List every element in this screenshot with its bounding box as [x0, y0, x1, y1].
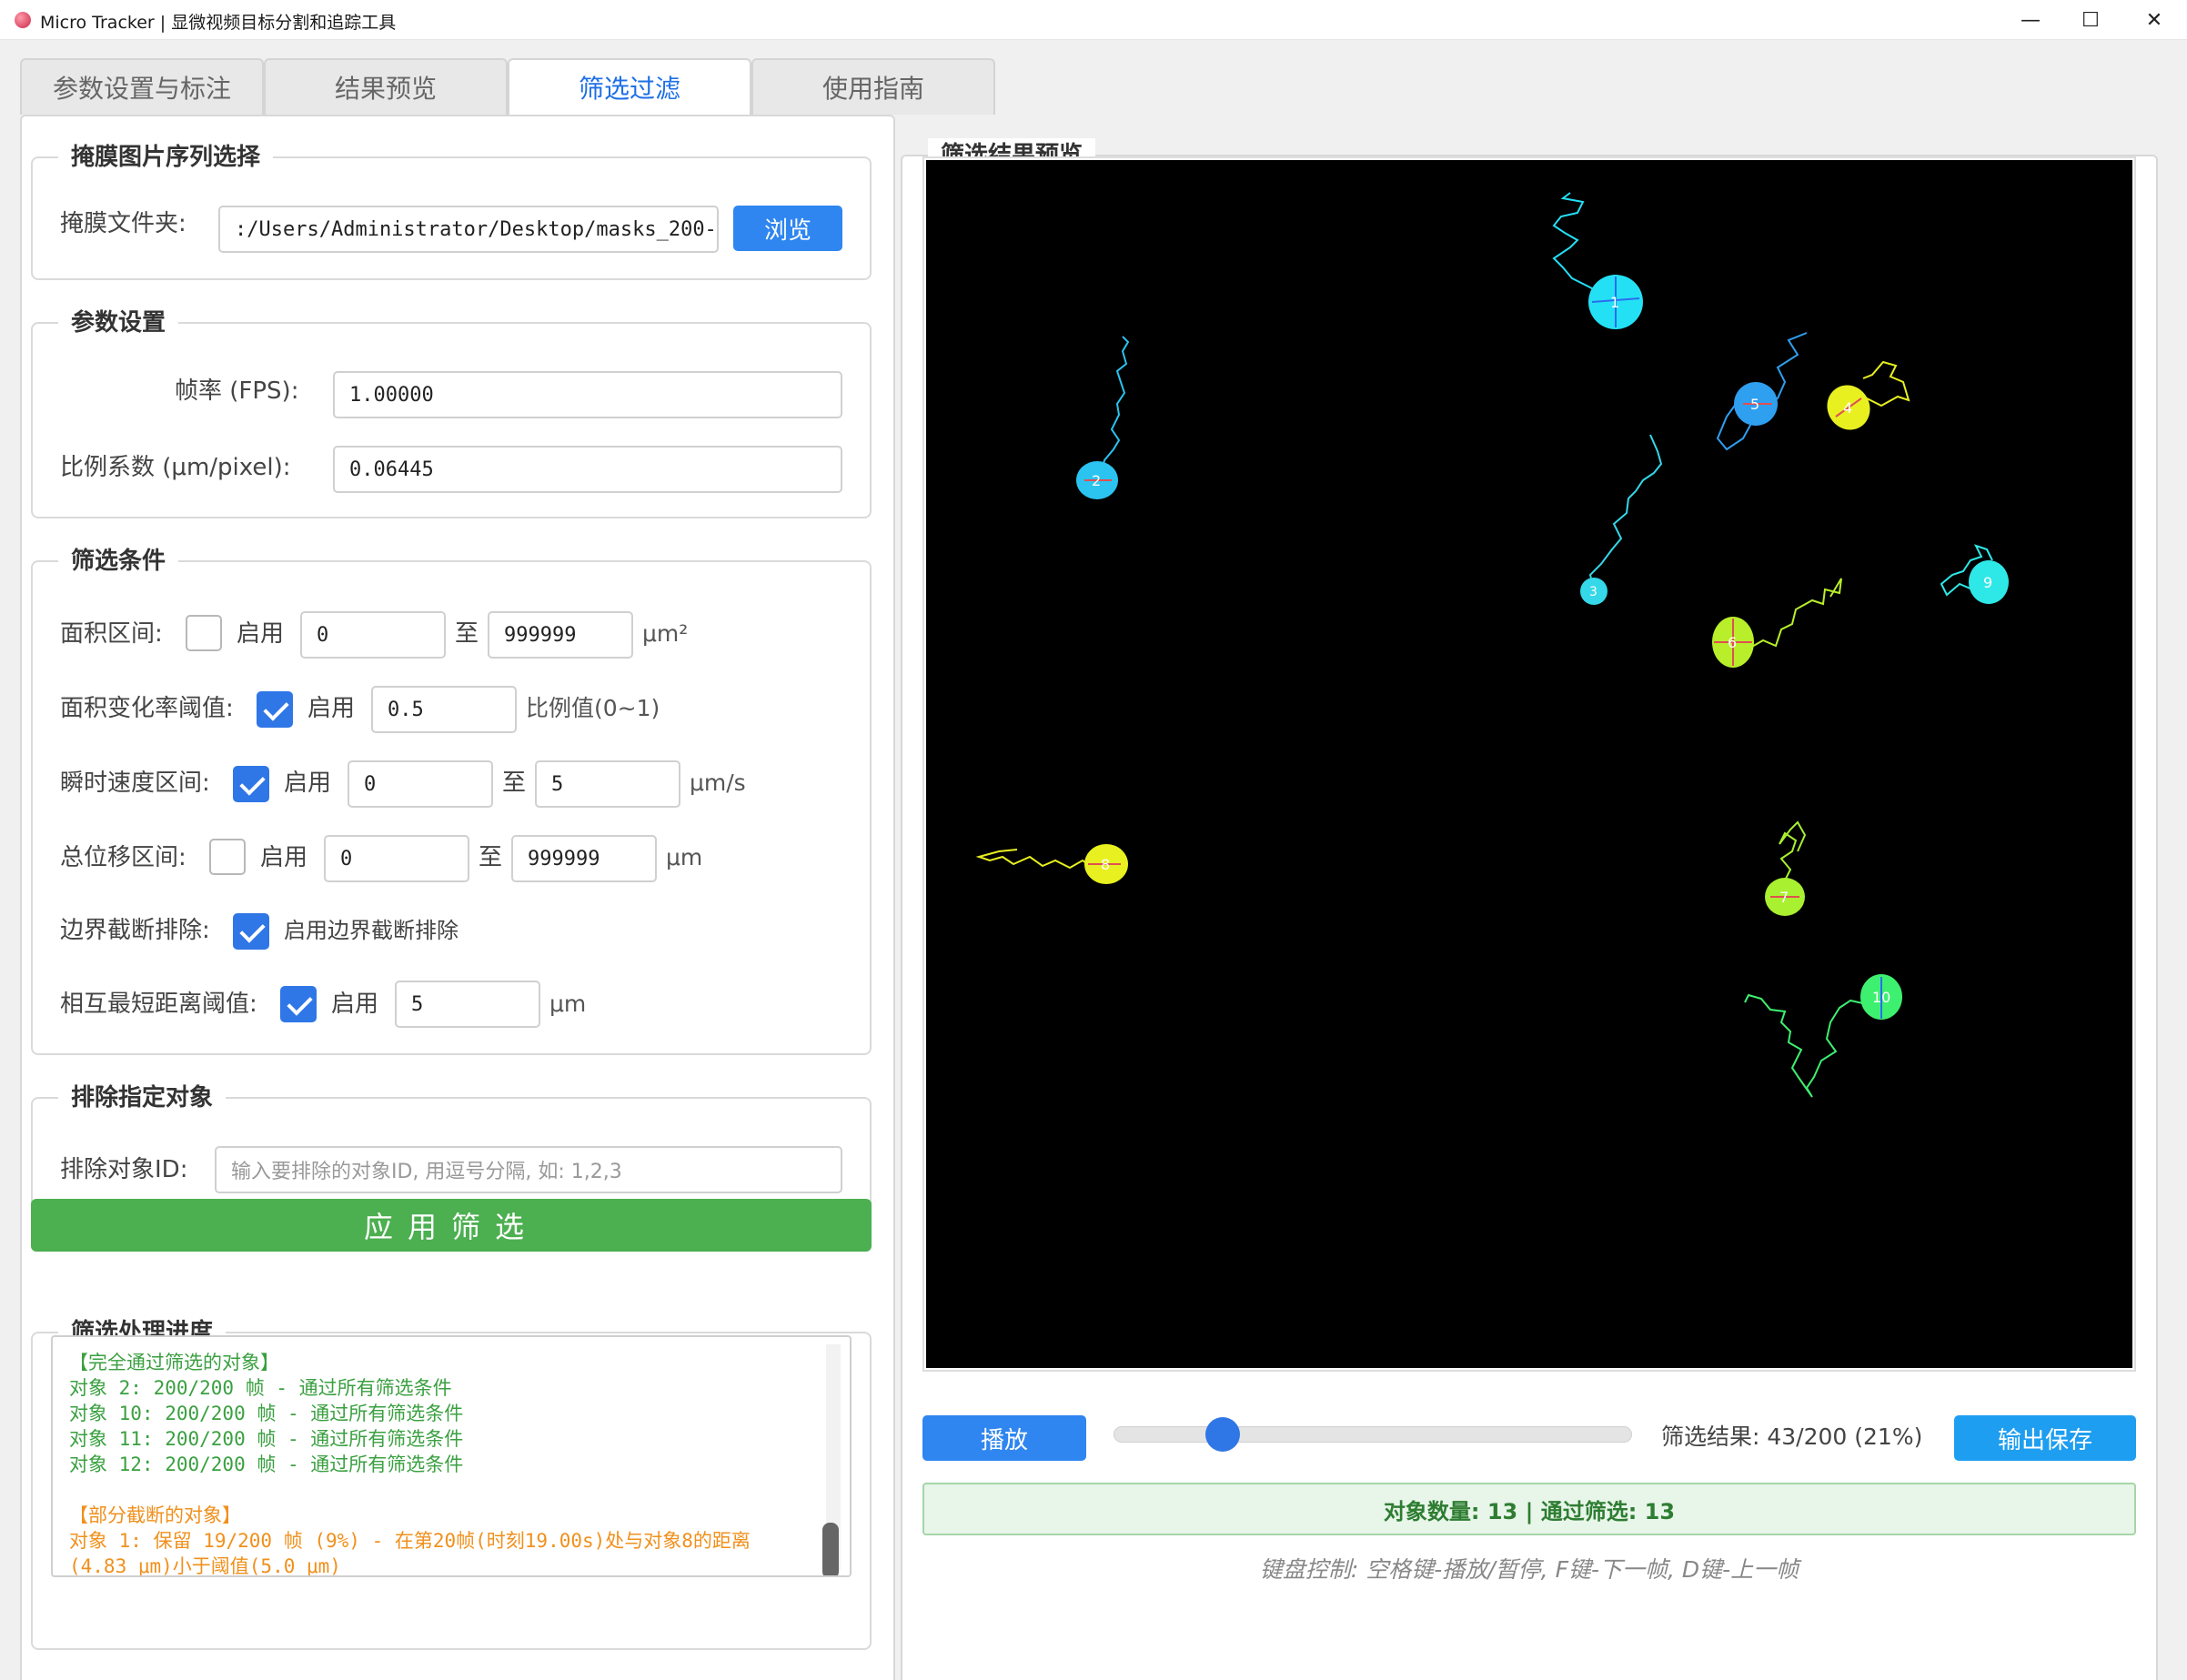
fps-input[interactable]: 1.00000	[333, 371, 842, 418]
speed-range-label: 瞬时速度区间:	[60, 770, 210, 797]
area-change-enable-label: 启用	[307, 695, 356, 722]
tab-params-annotation[interactable]: 参数设置与标注	[20, 58, 264, 115]
params-group-title: 参数设置	[58, 306, 179, 340]
keyboard-hint: 键盘控制: 空格键-播放/暂停, F键-下一帧, D键-上一帧	[1259, 1556, 1799, 1583]
play-button[interactable]: 播放	[922, 1415, 1086, 1461]
progress-log[interactable]: 【完全通过筛选的对象】 对象 2: 200/200 帧 - 通过所有筛选条件 对…	[51, 1335, 852, 1577]
min-distance-input[interactable]: 5	[395, 981, 540, 1028]
filter-group-title: 筛选条件	[58, 544, 179, 578]
displacement-min-input[interactable]: 0	[324, 835, 469, 882]
log-line: 对象 11: 200/200 帧 - 通过所有筛选条件	[69, 1428, 464, 1450]
browse-button[interactable]: 浏览	[733, 206, 842, 251]
area-unit-label: μm²	[642, 620, 689, 647]
border-exclusion-label: 边界截断排除:	[60, 917, 210, 944]
speed-to-label: 至	[502, 770, 527, 797]
apply-filter-button[interactable]: 应用筛选	[31, 1199, 872, 1252]
speed-unit-label: μm/s	[690, 770, 746, 796]
export-save-button[interactable]: 输出保存	[1954, 1415, 2136, 1461]
min-distance-label: 相互最短距离阈值:	[60, 991, 257, 1018]
tab-filter[interactable]: 筛选过滤	[508, 58, 751, 115]
area-min-input[interactable]: 0	[300, 611, 446, 659]
area-enable-checkbox[interactable]	[186, 615, 222, 651]
displacement-enable-checkbox[interactable]	[209, 839, 246, 875]
object-7-id: 7	[1779, 889, 1789, 906]
object-3-id: 3	[1589, 585, 1597, 599]
log-line: 【部分截断的对象】	[69, 1504, 241, 1526]
close-button[interactable]: ✕	[2123, 0, 2185, 40]
area-enable-label: 启用	[237, 620, 285, 648]
min-distance-enable-label: 启用	[331, 991, 379, 1018]
tab-bar: 参数设置与标注 结果预览 筛选过滤 使用指南	[20, 58, 995, 115]
area-to-label: 至	[455, 620, 479, 648]
frame-slider[interactable]	[1114, 1426, 1632, 1443]
trajectory-2	[1098, 336, 1130, 481]
tab-result-preview[interactable]: 结果预览	[264, 58, 508, 115]
displacement-enable-label: 启用	[260, 844, 308, 871]
displacement-to-label: 至	[479, 844, 503, 871]
mask-folder-input[interactable]: :/Users/Administrator/Desktop/masks_200-…	[218, 206, 719, 253]
area-change-input[interactable]: 0.5	[371, 686, 517, 733]
trajectory-10	[1744, 993, 1882, 1098]
mask-folder-label: 掩膜文件夹:	[60, 210, 186, 237]
trajectory-3	[1588, 434, 1663, 590]
min-distance-enable-checkbox[interactable]	[280, 986, 317, 1022]
minimize-button[interactable]: —	[2000, 0, 2061, 40]
speed-max-input[interactable]: 5	[535, 760, 680, 808]
log-line: 对象 12: 200/200 帧 - 通过所有筛选条件	[69, 1454, 464, 1475]
area-range-label: 面积区间:	[60, 620, 163, 648]
frame-slider-thumb[interactable]	[1204, 1417, 1240, 1452]
area-change-enable-checkbox[interactable]	[257, 691, 293, 728]
speed-enable-label: 启用	[284, 770, 332, 797]
tracking-overlay: 1 2 3 4 5 6 7 8 9 10	[975, 192, 2009, 1098]
log-scrollbar-thumb[interactable]	[822, 1523, 839, 1575]
object-5-id: 5	[1750, 396, 1759, 413]
log-line: 对象 1: 保留 19/200 帧 (9%) - 在第20帧(时刻19.00s)…	[69, 1530, 751, 1552]
tab-guide[interactable]: 使用指南	[751, 58, 995, 115]
min-distance-unit-label: μm	[549, 991, 587, 1017]
displacement-range-label: 总位移区间:	[60, 844, 186, 871]
object-10-id: 10	[1872, 989, 1890, 1006]
object-1-id: 1	[1610, 294, 1619, 311]
log-line: 对象 10: 200/200 帧 - 通过所有筛选条件	[69, 1403, 464, 1424]
preview-canvas[interactable]: 1 2 3 4 5 6 7 8 9 10	[926, 160, 2132, 1368]
status-bar: 对象数量: 13 | 通过筛选: 13	[922, 1483, 2136, 1535]
speed-min-input[interactable]: 0	[348, 760, 493, 808]
area-change-label: 面积变化率阈值:	[60, 695, 234, 722]
log-line: 【完全通过筛选的对象】	[69, 1352, 279, 1373]
object-8-id: 8	[1101, 856, 1110, 873]
title-bar: Micro Tracker | 显微视频目标分割和追踪工具 — ☐ ✕	[0, 0, 2187, 40]
area-change-unit-label: 比例值(0~1)	[526, 695, 660, 721]
maximize-button[interactable]: ☐	[2060, 0, 2121, 40]
log-line: 对象 2: 200/200 帧 - 通过所有筛选条件	[69, 1377, 452, 1399]
border-exclusion-checkbox[interactable]	[233, 913, 269, 950]
object-9-id: 9	[1983, 574, 1992, 591]
fps-label: 帧率 (FPS):	[175, 377, 299, 405]
mask-group-title: 掩膜图片序列选择	[58, 140, 274, 175]
exclude-group-title: 排除指定对象	[58, 1081, 227, 1115]
window-title: Micro Tracker | 显微视频目标分割和追踪工具	[40, 13, 397, 33]
scale-input[interactable]: 0.06445	[333, 446, 842, 493]
exclude-id-input[interactable]: 输入要排除的对象ID, 用逗号分隔, 如: 1,2,3	[215, 1146, 842, 1193]
filter-result-text: 筛选结果: 43/200 (21%)	[1661, 1423, 1923, 1450]
border-exclusion-text: 启用边界截断排除	[284, 918, 459, 943]
displacement-max-input[interactable]: 999999	[511, 835, 657, 882]
log-line: (4.83 μm)小于阈值(5.0 μm)	[69, 1555, 341, 1577]
object-2-id: 2	[1092, 472, 1101, 489]
scale-label: 比例系数 (μm/pixel):	[60, 454, 291, 481]
area-max-input[interactable]: 999999	[488, 611, 633, 659]
object-4-id: 4	[1843, 399, 1852, 417]
app-logo-icon	[15, 12, 31, 28]
speed-enable-checkbox[interactable]	[233, 766, 269, 802]
object-6-id: 6	[1728, 634, 1737, 651]
exclude-id-label: 排除对象ID:	[60, 1156, 188, 1183]
displacement-unit-label: μm	[666, 844, 703, 870]
